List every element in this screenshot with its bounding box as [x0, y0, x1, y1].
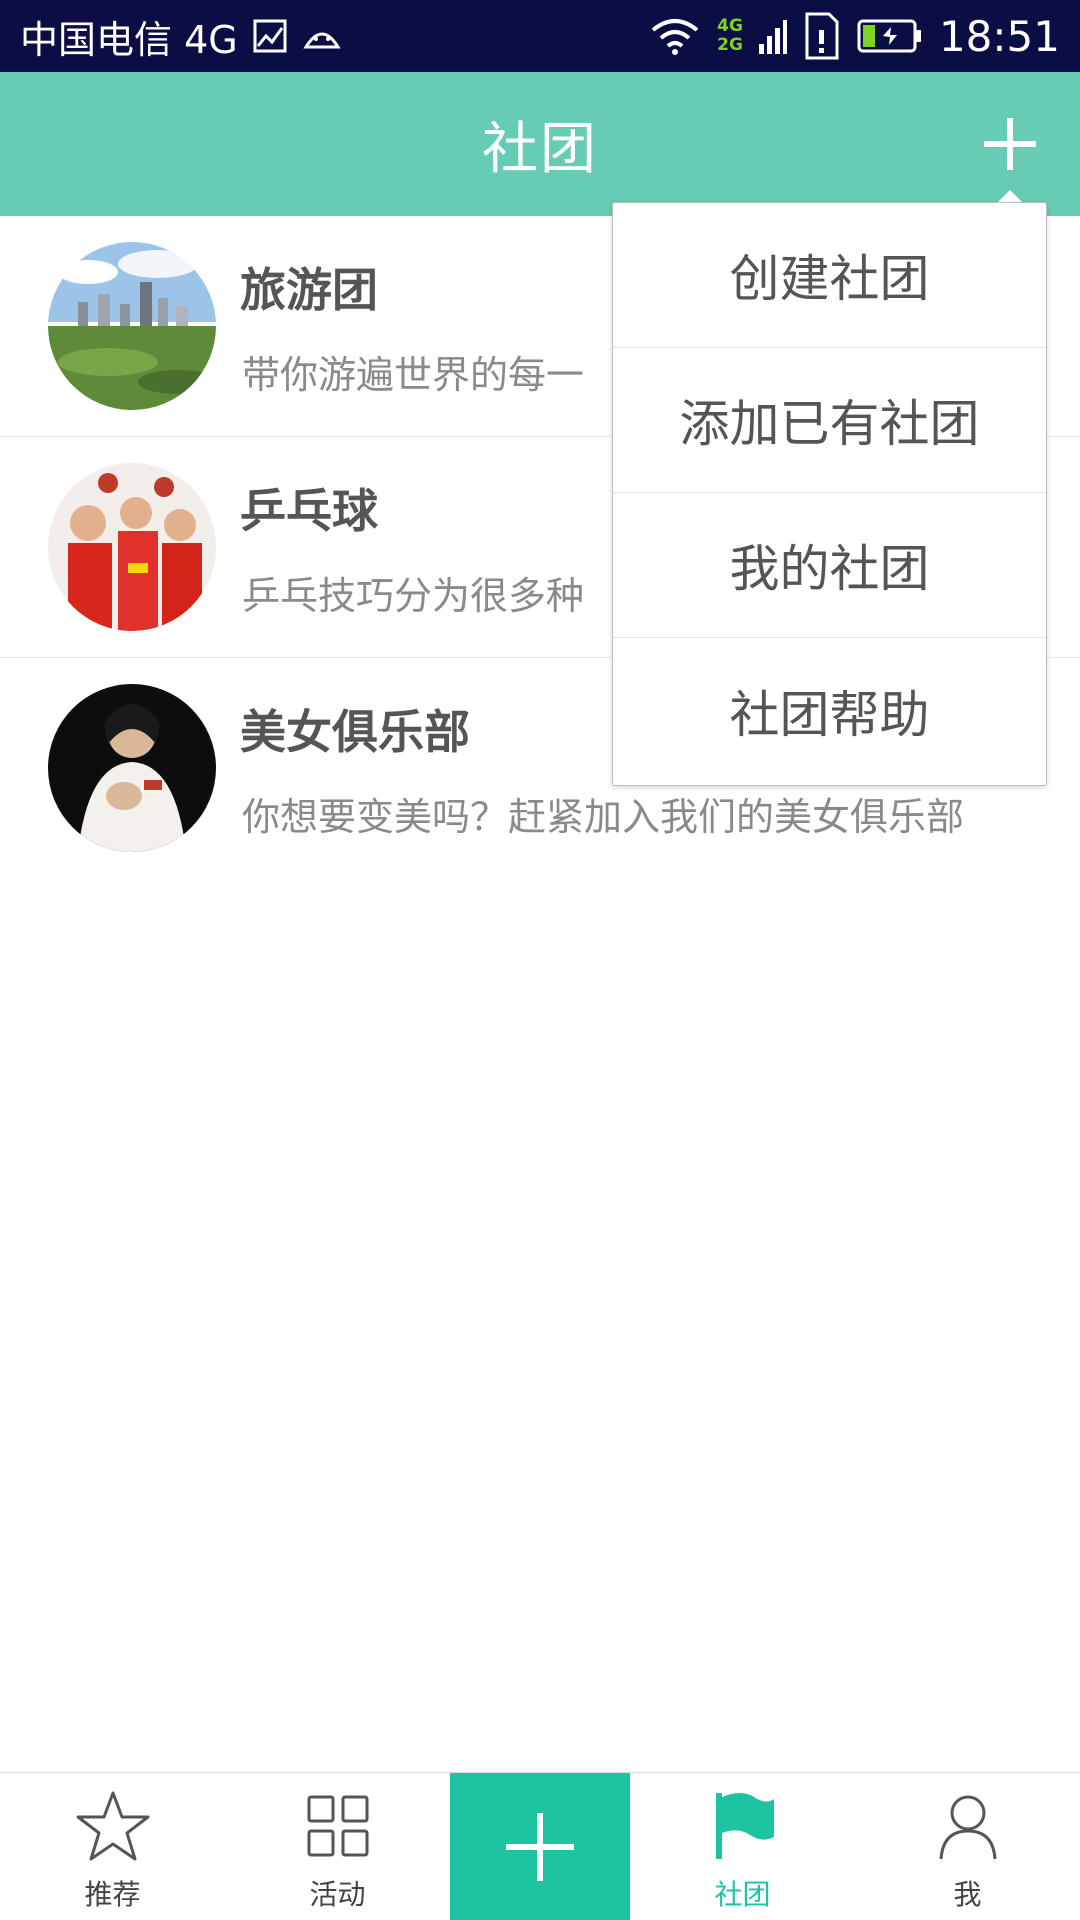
nav-item-recommend[interactable]: 推荐 [0, 1773, 225, 1920]
club-avatar [48, 463, 216, 631]
flag-icon [715, 1793, 774, 1859]
clock: 18:51 [938, 11, 1060, 61]
club-name: 乒乓球 [240, 484, 378, 538]
gallery-icon [253, 19, 287, 53]
status-bar: 中国电信 4G 4G 2G 18:51 [0, 0, 1080, 72]
menu-item-create-club[interactable]: 创建社团 [613, 203, 1046, 348]
pingpong-team-photo-icon [48, 463, 216, 631]
star-icon [76, 1791, 149, 1861]
club-avatar [48, 242, 216, 410]
nav-item-activities[interactable]: 活动 [225, 1773, 450, 1920]
nav-label: 我 [953, 1878, 982, 1911]
nav-label: 活动 [309, 1878, 366, 1911]
nav-label: 社团 [714, 1878, 771, 1911]
sim-icon [805, 12, 839, 60]
carrier-label: 中国电信 4G [20, 17, 238, 62]
nav-label: 推荐 [84, 1878, 141, 1911]
wifi-icon [651, 19, 699, 55]
person-icon [939, 1795, 996, 1860]
club-avatar [48, 684, 216, 852]
menu-item-club-help[interactable]: 社团帮助 [613, 638, 1046, 783]
grid-icon [307, 1795, 368, 1857]
woman-photo-icon [48, 684, 216, 852]
battery-icon [857, 19, 921, 53]
nav-item-clubs[interactable]: 社团 [630, 1773, 855, 1920]
add-menu: 创建社团 添加已有社团 我的社团 社团帮助 [612, 202, 1047, 786]
city-photo-icon [48, 242, 216, 410]
plus-icon [506, 1812, 574, 1881]
nav-add-button[interactable] [450, 1773, 630, 1920]
club-description: 你想要变美吗？赶紧加入我们的美女俱乐部 [242, 795, 965, 839]
club-name: 美女俱乐部 [240, 705, 470, 759]
menu-item-add-existing-club[interactable]: 添加已有社团 [613, 348, 1046, 493]
network-type: 4G 2G [717, 17, 743, 55]
network-top: 4G [717, 16, 743, 36]
network-bottom: 2G [717, 35, 743, 55]
bottom-nav: 推荐 活动 社团 我 [0, 1772, 1080, 1920]
club-name: 旅游团 [240, 263, 378, 317]
plus-icon[interactable] [980, 114, 1040, 174]
menu-item-my-clubs[interactable]: 我的社团 [613, 493, 1046, 638]
signal-icon [758, 20, 787, 54]
android-icon [303, 32, 341, 49]
nav-item-me[interactable]: 我 [855, 1773, 1080, 1920]
status-left: 中国电信 4G [20, 9, 342, 64]
status-right: 4G 2G 18:51 [649, 12, 1060, 61]
page-title: 社团 [482, 116, 598, 182]
app-header: 社团 [0, 72, 1080, 216]
